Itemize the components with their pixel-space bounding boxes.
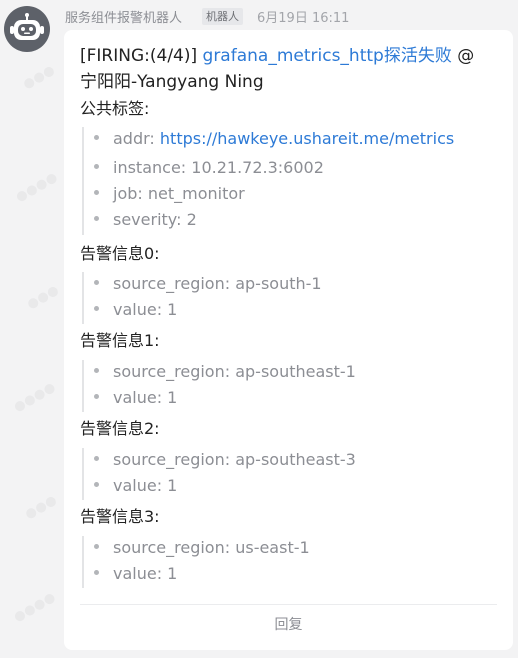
list-item: value: 1 xyxy=(94,474,177,498)
alert-info-heading: 告警信息1: xyxy=(80,331,160,350)
common-labels-list: addr: https://hawkeye.ushareit.me/metric… xyxy=(82,127,454,235)
bullet-dot-icon xyxy=(94,216,99,221)
bot-badge: 机器人 xyxy=(202,7,244,25)
watermark: ●●● xyxy=(20,62,58,93)
bullet-dot-icon xyxy=(94,570,99,575)
bullet-dot-icon xyxy=(94,306,99,311)
common-labels-heading: 公共标签: xyxy=(80,99,150,118)
bullet-dot-icon xyxy=(94,394,99,399)
message-card: [FIRING:(4/4)] grafana_metrics_http探活失败 … xyxy=(64,30,513,650)
watermark: ●●●● xyxy=(11,589,59,626)
list-item: source_region: ap-south-1 xyxy=(94,272,322,296)
list-item: source_region: ap-southeast-1 xyxy=(94,360,356,384)
alert-title: [FIRING:(4/4)] grafana_metrics_http探活失败 … xyxy=(80,43,495,95)
watermark: ●●●● xyxy=(11,379,59,416)
addr-link[interactable]: https://hawkeye.ushareit.me/metrics xyxy=(160,129,454,148)
bullet-dot-icon xyxy=(94,164,99,169)
bullet-dot-icon xyxy=(94,544,99,549)
list-item: value: 1 xyxy=(94,386,177,410)
alert-info-list: source_region: us-east-1 value: 1 xyxy=(82,536,310,588)
firing-status: [FIRING:(4/4)] xyxy=(80,46,198,66)
label-item-addr: addr: https://hawkeye.ushareit.me/metric… xyxy=(94,127,454,151)
divider xyxy=(80,604,497,605)
alert-info-heading: 告警信息3: xyxy=(80,507,160,526)
watermark: ●●● xyxy=(24,282,62,313)
alert-info-heading: 告警信息2: xyxy=(80,419,160,438)
alert-info-list: source_region: ap-southeast-3 value: 1 xyxy=(82,448,356,500)
bullet-dot-icon xyxy=(94,456,99,461)
robot-icon xyxy=(10,13,44,40)
sender-name[interactable]: 服务组件报警机器人 xyxy=(65,7,182,26)
list-item: source_region: ap-southeast-3 xyxy=(94,448,356,472)
alert-info-list: source_region: ap-south-1 value: 1 xyxy=(82,272,322,324)
alert-info-list: source_region: ap-southeast-1 value: 1 xyxy=(82,360,356,412)
label-item-instance: instance: 10.21.72.3:6002 xyxy=(94,156,324,180)
watermark: ●●● xyxy=(22,492,60,523)
list-item: source_region: us-east-1 xyxy=(94,536,310,560)
message-header: 服务组件报警机器人 机器人 6月19日 16:11 xyxy=(65,6,349,26)
bullet-dot-icon xyxy=(94,190,99,195)
bullet-dot-icon xyxy=(94,135,99,140)
label-item-severity: severity: 2 xyxy=(94,208,197,232)
watermark: ●●●● xyxy=(13,169,61,206)
label-item-job: job: net_monitor xyxy=(94,182,245,206)
alert-info-heading: 告警信息0: xyxy=(80,244,160,263)
message-timestamp: 6月19日 16:11 xyxy=(257,10,350,26)
sender-avatar[interactable] xyxy=(4,6,50,52)
bullet-dot-icon xyxy=(94,280,99,285)
reply-button[interactable]: 回复 xyxy=(64,614,513,634)
list-item: value: 1 xyxy=(94,562,177,586)
bullet-dot-icon xyxy=(94,368,99,373)
mention-user[interactable]: 宁阳阳-Yangyang Ning xyxy=(80,72,264,92)
list-item: value: 1 xyxy=(94,298,177,322)
bullet-dot-icon xyxy=(94,482,99,487)
alert-rule-link[interactable]: grafana_metrics_http探活失败 xyxy=(203,46,452,66)
mention-symbol: @ xyxy=(457,46,475,66)
